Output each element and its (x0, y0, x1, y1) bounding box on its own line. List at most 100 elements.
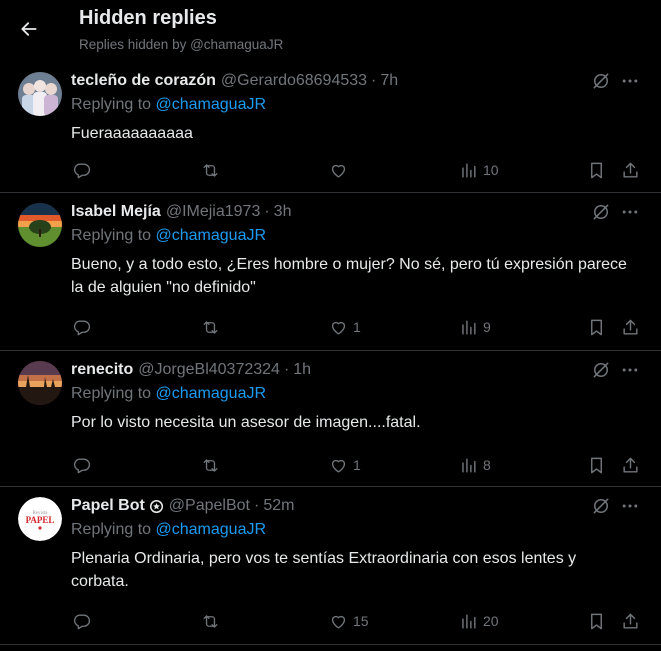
views-button[interactable]: 20 (459, 609, 499, 633)
automated-badge-icon (149, 499, 164, 514)
tweet-actions: 1 8 (0, 453, 661, 477)
more-options-button[interactable] (617, 68, 643, 94)
replying-to-label: Replying to (71, 227, 152, 244)
views-chart-icon (462, 162, 476, 178)
tweet-actions: 15 20 (0, 609, 661, 633)
replying-to: Replying to @chamaguaJR (71, 521, 266, 539)
author-handle[interactable]: @PapelBot (169, 497, 250, 515)
replying-to-link[interactable]: @chamaguaJR (156, 96, 267, 113)
retweet-icon (203, 320, 218, 334)
reply-tweet[interactable]: renecito @JorgeBl40372324 · 1h Replying … (0, 351, 661, 487)
heart-icon (331, 615, 346, 629)
avatar[interactable] (18, 203, 62, 247)
tweet-time[interactable]: 1h (293, 361, 311, 379)
share-button[interactable] (621, 158, 640, 182)
reply-button[interactable] (72, 158, 91, 182)
more-dots-icon (622, 210, 638, 214)
heart-icon (331, 321, 346, 335)
page-subtitle: Replies hidden by @chamaguaJR (79, 37, 284, 52)
replying-to-link[interactable]: @chamaguaJR (156, 521, 267, 538)
replying-to-link[interactable]: @chamaguaJR (156, 385, 267, 402)
tweet-header: tecleño de corazón @Gerardo68694533 · 7h (71, 70, 398, 92)
bookmark-icon (591, 319, 602, 335)
author-name[interactable]: Isabel Mejía (71, 203, 161, 221)
avatar[interactable]: Revista PAPEL (18, 497, 62, 541)
reply-bubble-icon (73, 162, 91, 178)
back-button[interactable] (14, 14, 44, 44)
reply-bubble-icon (73, 319, 91, 335)
share-icon (623, 613, 638, 629)
author-name[interactable]: renecito (71, 361, 133, 379)
share-button[interactable] (621, 609, 640, 633)
tweet-time[interactable]: 52m (263, 497, 294, 515)
more-dots-icon (622, 504, 638, 508)
author-handle[interactable]: @JorgeBl40372324 (138, 361, 280, 379)
avatar[interactable] (18, 72, 62, 116)
retweet-icon (203, 614, 218, 628)
tweet-text: Por lo visto necesita un asesor de image… (71, 414, 421, 431)
avatar[interactable] (18, 361, 62, 405)
tweet-header: renecito @JorgeBl40372324 · 1h (71, 359, 311, 381)
tweet-text: Plenaria Ordinaria, pero vos te sentías … (71, 550, 577, 590)
unhide-reply-button[interactable] (588, 199, 614, 225)
retweet-button[interactable] (201, 315, 220, 339)
view-count: 8 (483, 457, 491, 473)
share-button[interactable] (621, 453, 640, 477)
share-icon (623, 319, 638, 335)
share-button[interactable] (621, 315, 640, 339)
unhide-reply-icon (593, 362, 609, 378)
reply-bubble-icon (73, 613, 91, 629)
bookmark-button[interactable] (587, 158, 606, 182)
tweet-time[interactable]: 7h (380, 72, 398, 90)
replying-to-label: Replying to (71, 521, 152, 538)
avatar-dusk-silhouette (18, 361, 62, 405)
reply-button[interactable] (72, 453, 91, 477)
reply-tweet[interactable]: Revista PAPEL Papel Bot @PapelBot · 52m … (0, 487, 661, 645)
bookmark-icon (591, 457, 602, 473)
more-options-button[interactable] (617, 357, 643, 383)
bookmark-button[interactable] (587, 453, 606, 477)
like-count: 1 (353, 457, 361, 473)
like-button[interactable]: 1 (329, 315, 361, 339)
bookmark-button[interactable] (587, 609, 606, 633)
tweet-actions: 10 (0, 158, 661, 182)
tweet-actions: 1 9 (0, 315, 661, 339)
author-name[interactable]: Papel Bot (71, 497, 145, 515)
unhide-reply-button[interactable] (588, 493, 614, 519)
like-button[interactable]: 1 (329, 453, 361, 477)
like-button[interactable] (329, 158, 353, 182)
more-options-button[interactable] (617, 199, 643, 225)
share-icon (623, 457, 638, 473)
reply-tweet[interactable]: tecleño de corazón @Gerardo68694533 · 7h… (0, 62, 661, 193)
reply-button[interactable] (72, 609, 91, 633)
unhide-reply-button[interactable] (588, 357, 614, 383)
reply-tweet[interactable]: Isabel Mejía @IMejia1973 · 3h Replying t… (0, 193, 661, 351)
views-button[interactable]: 10 (459, 158, 499, 182)
bookmark-button[interactable] (587, 315, 606, 339)
views-button[interactable]: 8 (459, 453, 491, 477)
like-button[interactable]: 15 (329, 609, 369, 633)
heart-icon (331, 164, 346, 178)
reply-button[interactable] (72, 315, 91, 339)
author-handle[interactable]: @Gerardo68694533 (221, 72, 367, 90)
tweet-time[interactable]: 3h (274, 203, 292, 221)
unhide-reply-button[interactable] (588, 68, 614, 94)
views-chart-icon (462, 457, 476, 473)
views-button[interactable]: 9 (459, 315, 491, 339)
author-handle[interactable]: @IMejia1973 (166, 203, 261, 221)
arrow-left-icon (21, 22, 37, 36)
retweet-button[interactable] (201, 158, 220, 182)
tweet-text: Fueraaaaaaaaaa (71, 125, 193, 142)
replying-to: Replying to @chamaguaJR (71, 96, 266, 114)
more-options-button[interactable] (617, 493, 643, 519)
retweet-icon (203, 458, 218, 472)
retweet-button[interactable] (201, 453, 220, 477)
retweet-button[interactable] (201, 609, 220, 633)
like-count: 1 (353, 319, 361, 335)
bookmark-icon (591, 162, 602, 178)
tweet-header: Papel Bot @PapelBot · 52m (71, 495, 294, 517)
replying-to-link[interactable]: @chamaguaJR (156, 227, 267, 244)
view-count: 20 (483, 613, 499, 629)
reply-bubble-icon (73, 457, 91, 473)
author-name[interactable]: tecleño de corazón (71, 72, 216, 90)
